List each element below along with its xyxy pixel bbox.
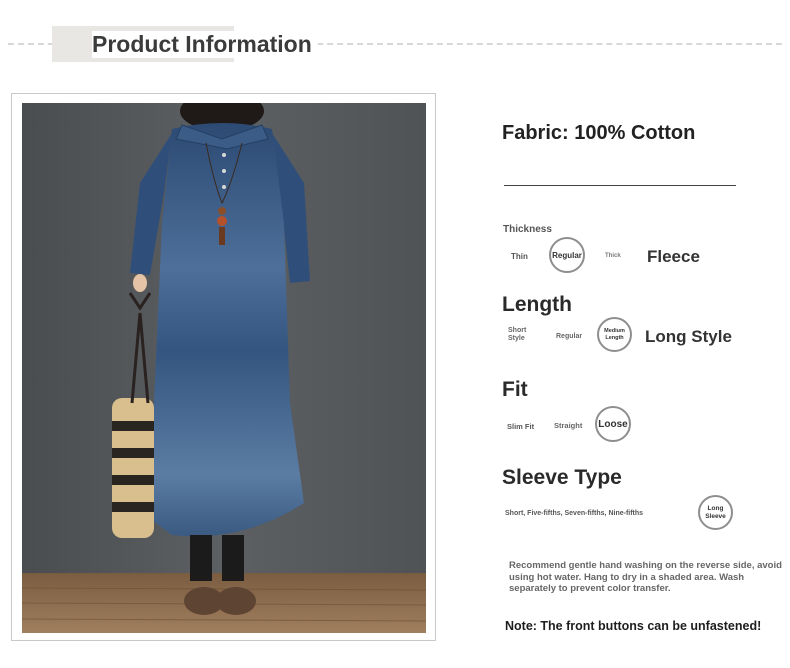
product-photo — [22, 103, 426, 633]
fabric-label: Fabric: 100% Cotton — [502, 122, 696, 144]
thickness-option-regular-label: Regular — [552, 250, 582, 260]
length-option-regular: Regular — [556, 333, 583, 340]
product-photo-frame — [11, 93, 436, 641]
denim-dress-illustration — [22, 103, 426, 633]
thickness-heading: Thickness — [503, 224, 552, 235]
fit-option-loose-label: Loose — [598, 418, 628, 430]
sleeve-option-long: Long Sleeve — [698, 495, 733, 530]
thickness-option-thin: Thin — [511, 252, 528, 261]
sleeve-options: Short, Five-fifths, Seven-fifths, Nine-f… — [505, 510, 644, 517]
care-instructions: Recommend gentle hand washing on the rev… — [509, 560, 782, 594]
length-selected: Long Style — [645, 327, 732, 346]
fit-option-loose: Loose — [595, 406, 631, 442]
length-option-short: Short Style — [508, 327, 527, 342]
thickness-selected: Fleece — [647, 247, 700, 266]
fabric-divider — [504, 185, 736, 186]
thickness-option-thick: Thick — [605, 253, 621, 259]
sleeve-heading: Sleeve Type — [502, 466, 622, 489]
fit-option-straight: Straight — [554, 421, 583, 430]
buttons-note: Note: The front buttons can be unfastene… — [505, 619, 762, 633]
thickness-option-regular: Regular — [549, 237, 585, 273]
length-option-medium: Medium Length — [597, 317, 632, 352]
fit-heading: Fit — [502, 378, 528, 401]
length-heading: Length — [502, 293, 572, 316]
sleeve-option-long-label: Long Sleeve — [705, 504, 726, 520]
page-title: Product Information — [92, 31, 318, 58]
length-option-medium-label: Medium Length — [604, 327, 625, 341]
fit-option-slim: Slim Fit — [507, 422, 535, 431]
